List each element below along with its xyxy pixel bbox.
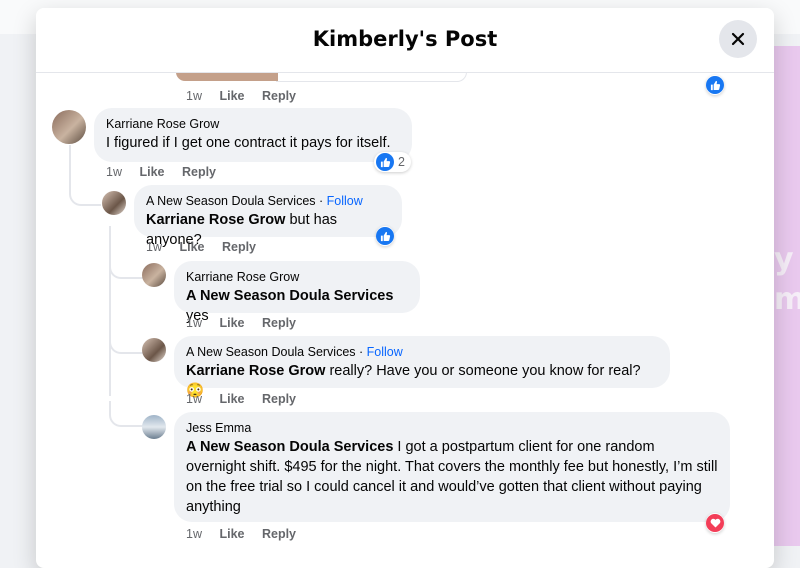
comment-time[interactable]: 1w [186,89,202,103]
thread-connector [109,328,143,354]
comment-time[interactable]: 1w [186,316,202,330]
previous-comment-image-edge [276,72,467,82]
love-icon [706,514,724,532]
like-icon [376,153,394,171]
comment-actions: 1w Like Reply [146,239,256,255]
comment-text: I figured if I get one contract it pays … [106,135,391,151]
mention-link[interactable]: A New Season Doula Services [186,288,393,304]
avatar[interactable] [142,263,166,287]
reply-button[interactable]: Reply [262,527,296,541]
comment-time[interactable]: 1w [186,527,202,541]
follow-button[interactable]: Follow [327,194,363,208]
comment-time[interactable]: 1w [186,392,202,406]
top-comment-reaction[interactable] [706,75,724,95]
comment-actions: 1w Like Reply [186,526,296,542]
post-modal: Kimberly's Post 1w Like Reply Karriane R… [36,8,774,568]
modal-title: Kimberly's Post [312,27,498,51]
comment-author[interactable]: A New Season Doula Services [186,345,356,359]
comment-actions: 1w Like Reply [186,391,296,407]
reply-button[interactable]: Reply [182,165,216,179]
reply-button[interactable]: Reply [262,89,296,103]
like-icon [706,76,724,94]
comment-actions: 1w Like Reply [106,164,216,180]
comment-text-line: A New Season Doula Services I got a post… [186,437,718,517]
previous-comment-image [176,72,278,81]
close-button[interactable] [719,20,757,58]
comment-reactions[interactable] [706,513,724,533]
comment-time[interactable]: 1w [146,240,162,254]
thread-connector [69,178,101,206]
like-button[interactable]: Like [219,316,244,330]
comment-author[interactable]: Jess Emma [186,420,718,437]
reaction-count: 2 [398,155,405,169]
avatar[interactable] [52,110,86,144]
comment-author[interactable]: Karriane Rose Grow [186,269,408,286]
comment-bubble: A New Season Doula Services · Follow Kar… [134,185,402,248]
mention-link[interactable]: Karriane Rose Grow [146,212,285,228]
mention-link[interactable]: A New Season Doula Services [186,439,393,455]
top-comment-actions: 1w Like Reply [186,88,296,104]
comment-bubble: A New Season Doula Services · Follow Kar… [174,336,670,399]
like-icon [376,227,394,245]
background-decoration: ym, [774,242,800,317]
like-button[interactable]: Like [219,392,244,406]
like-button[interactable]: Like [179,240,204,254]
comment-actions: 1w Like Reply [186,315,296,331]
comment-bubble: Karriane Rose Grow I figured if I get on… [94,108,412,162]
mention-link[interactable]: Karriane Rose Grow [186,363,325,379]
close-icon [731,32,745,46]
reply-button[interactable]: Reply [262,392,296,406]
like-button[interactable]: Like [139,165,164,179]
like-button[interactable]: Like [219,527,244,541]
reply-button[interactable]: Reply [222,240,256,254]
follow-button[interactable]: Follow [367,345,403,359]
thread-line [109,226,111,396]
comment-reactions[interactable] [376,226,394,246]
modal-header: Kimberly's Post [36,8,774,73]
thread-connector [109,253,143,279]
comment-author-line: A New Season Doula Services · Follow [146,194,363,208]
comment-reactions[interactable]: 2 [374,152,411,172]
thread-connector [109,401,143,427]
comment-bubble: Karriane Rose Grow A New Season Doula Se… [174,261,420,324]
avatar[interactable] [142,338,166,362]
avatar[interactable] [142,415,166,439]
comment-author[interactable]: A New Season Doula Services [146,194,316,208]
comment-bubble: Jess Emma A New Season Doula Services I … [174,412,730,522]
comment-author-line: A New Season Doula Services · Follow [186,345,403,359]
like-button[interactable]: Like [219,89,244,103]
avatar[interactable] [102,191,126,215]
comment-author[interactable]: Karriane Rose Grow [106,116,400,133]
comment-time[interactable]: 1w [106,165,122,179]
reply-button[interactable]: Reply [262,316,296,330]
